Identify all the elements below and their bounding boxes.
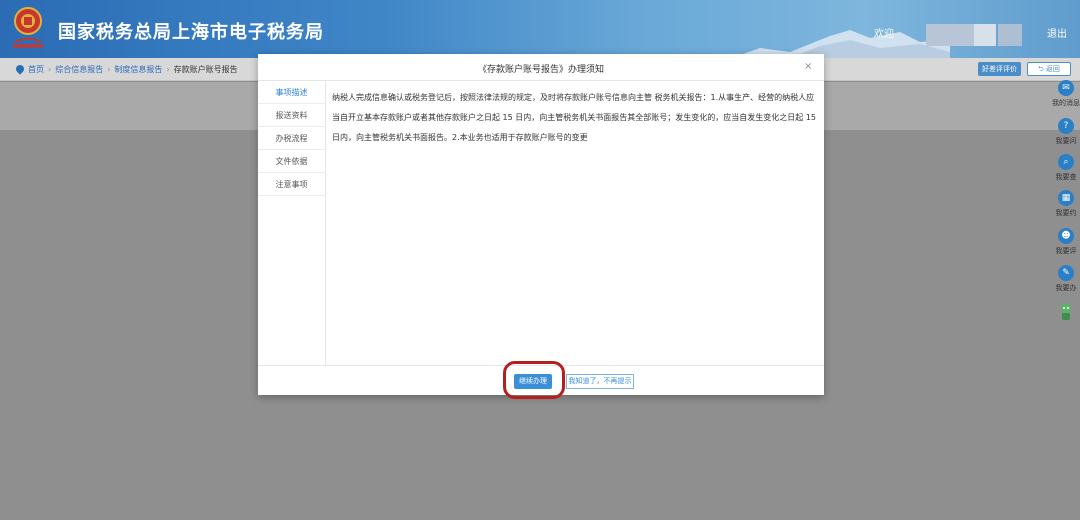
breadcrumb-home[interactable]: 首页: [28, 65, 44, 74]
sidebar-label: 我要查: [1055, 173, 1077, 181]
mountain-illustration: [731, 30, 950, 58]
sidebar-item-query[interactable]: ⌕ 我要查: [1052, 154, 1080, 182]
back-label: 返回: [1045, 65, 1060, 73]
rate-icon: ☻: [1058, 228, 1074, 244]
sidebar-label: 我要问: [1055, 137, 1077, 145]
logout-link[interactable]: 退出: [1047, 25, 1067, 40]
breadcrumb-separator: ›: [107, 65, 111, 74]
robot-assistant-icon: [1061, 303, 1071, 320]
modal-tab-notes[interactable]: 注意事项: [258, 173, 325, 196]
tax-emblem-icon: [13, 7, 43, 48]
calendar-icon: ▦: [1058, 190, 1074, 206]
modal-header: 《存款账户账号报告》办理须知 ×: [258, 54, 824, 81]
site-title: 国家税务总局上海市电子税务局: [58, 22, 324, 43]
breadcrumb-level1[interactable]: 综合信息报告: [55, 65, 103, 74]
back-arrow-icon: ⮌: [1038, 65, 1044, 73]
notice-modal: 《存款账户账号报告》办理须知 × 事项描述 报送资料 办税流程 文件依据 注意事…: [258, 54, 824, 395]
close-icon[interactable]: ×: [804, 61, 812, 72]
site-header: 国家税务总局上海市电子税务局 欢迎 退出: [0, 0, 1080, 58]
modal-body-text: 纳税人完成信息确认或税务登记后，按照法律法规的规定，及时将存款账户账号信息向主管…: [332, 93, 816, 142]
modal-title: 《存款账户账号报告》办理须知: [477, 65, 604, 75]
modal-tab-basis[interactable]: 文件依据: [258, 150, 325, 173]
edit-icon: ✎: [1058, 265, 1074, 281]
location-pin-icon: [14, 63, 26, 75]
breadcrumb-separator: ›: [166, 65, 170, 74]
breadcrumb: 首页 › 综合信息报告 › 制度信息报告 › 存款账户账号报告: [14, 63, 238, 75]
breadcrumb-level2[interactable]: 制度信息报告: [114, 65, 162, 74]
sidebar-item-ask[interactable]: ? 我要问: [1052, 118, 1080, 146]
breadcrumb-separator: ›: [48, 65, 52, 74]
welcome-text: 欢迎: [874, 29, 894, 40]
message-icon: ✉: [1058, 80, 1074, 96]
redacted-username: [974, 24, 996, 46]
redacted-username: [926, 24, 974, 46]
sidebar-label: 我要约: [1055, 209, 1077, 217]
sidebar-item-handle[interactable]: ✎ 我要办: [1052, 265, 1080, 293]
sidebar-item-rate[interactable]: ☻ 我要评: [1052, 228, 1080, 256]
modal-tab-description[interactable]: 事项描述: [258, 81, 325, 104]
modal-nav: 事项描述 报送资料 办税流程 文件依据 注意事项: [258, 81, 326, 365]
sidebar-label: 我的消息: [1052, 99, 1080, 107]
sidebar-item-appointment[interactable]: ▦ 我要约: [1052, 190, 1080, 218]
modal-tab-materials[interactable]: 报送资料: [258, 104, 325, 127]
rating-button[interactable]: 好差评评价: [978, 62, 1021, 76]
back-button[interactable]: ⮌ 返回: [1027, 62, 1071, 76]
redacted-username: [998, 24, 1022, 46]
question-icon: ?: [1058, 118, 1074, 134]
highlight-annotation: [503, 361, 565, 399]
modal-tab-process[interactable]: 办税流程: [258, 127, 325, 150]
dismiss-button[interactable]: 我知道了，不再提示: [566, 374, 634, 389]
sidebar-label: 我要评: [1055, 247, 1077, 255]
search-icon: ⌕: [1058, 154, 1074, 170]
sidebar-item-assistant[interactable]: [1052, 302, 1080, 324]
sidebar-label: 我要办: [1055, 284, 1077, 292]
sidebar-item-messages[interactable]: ✉ 我的消息: [1052, 80, 1080, 108]
breadcrumb-current: 存款账户账号报告: [173, 65, 238, 74]
